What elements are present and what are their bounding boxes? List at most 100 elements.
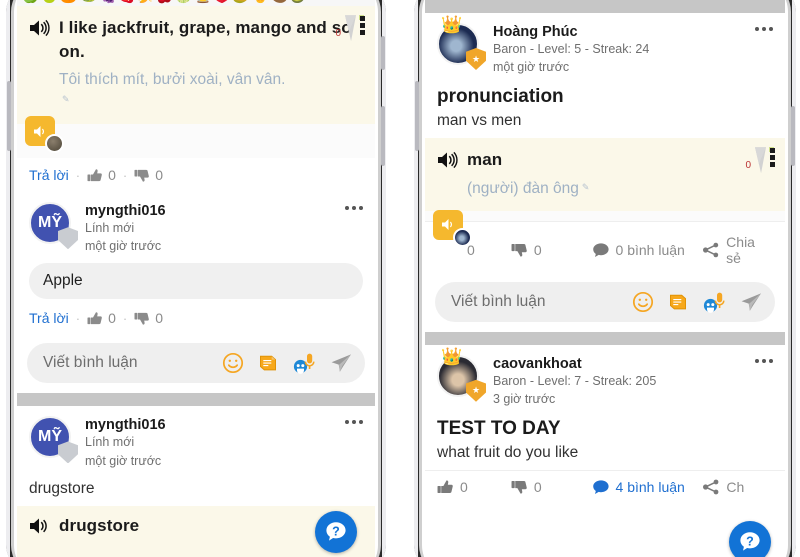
post-1-comments-button[interactable]: 0 bình luận [592, 242, 703, 258]
post-2-comments-button[interactable]: 4 bình luận [592, 479, 703, 495]
shield-silver-icon [58, 441, 78, 463]
phone-right-screen: Viết bình luận 👑 ★ [425, 0, 785, 557]
next-post-more-options-icon[interactable] [345, 420, 363, 425]
post-2-author-rank: Baron - Level: 7 - Streak: 205 [493, 373, 657, 388]
post-1-more-options-icon[interactable] [755, 27, 773, 31]
post-1-share-button[interactable]: Chia sẻ [702, 234, 773, 266]
post-2-like-count: 0 [460, 479, 468, 496]
post-2-share-button[interactable]: Ch [702, 479, 773, 495]
pencil-edit-icon[interactable]: ✎ [582, 182, 590, 192]
post-2-header: 👑 ★ caovankhoat Baron - Level: 7 - Strea… [425, 345, 785, 412]
lesson-sentence-vietnamese-text: Tôi thích mít, bưởi xoài, vân vân. [59, 71, 286, 89]
comment-composer-bar[interactable]: Viết bình luận [27, 343, 365, 384]
comment-reply-link[interactable]: Trả lời [29, 310, 69, 326]
comment-bubble-icon [592, 480, 609, 495]
audio-play-chip[interactable] [25, 116, 64, 154]
post-1-comment-input[interactable]: Viết bình luận [451, 293, 622, 311]
power-button[interactable] [381, 36, 385, 70]
post-1-word-row: man (người) đàn ông ✎ [437, 148, 773, 199]
post-1-like-button[interactable]: 0 [437, 242, 511, 258]
like-button[interactable]: 0 [87, 167, 116, 183]
post-1-time: một giờ trước [493, 60, 570, 75]
speaker-icon[interactable] [29, 19, 50, 42]
post-1-card-score: 0 [745, 160, 751, 172]
next-post-author-meta: myngthi016 Lính mới một giờ trước [75, 416, 166, 469]
comment-author-name[interactable]: myngthi016 [85, 203, 166, 219]
comment-bubble-icon [592, 243, 609, 257]
next-post-author-name[interactable]: myngthi016 [85, 417, 166, 433]
reply-link[interactable]: Trả lời [29, 167, 69, 183]
audio-author-avatar [453, 227, 472, 247]
svg-text:?: ? [332, 525, 340, 539]
post-2-like-button[interactable]: 0 [437, 479, 511, 495]
thumbs-down-icon [134, 169, 150, 182]
speaker-icon[interactable] [29, 517, 50, 540]
post-1-comments-label: 0 bình luận [615, 241, 685, 258]
action-separator: · [75, 167, 81, 183]
post-1-dislike-button[interactable]: 0 [511, 242, 592, 258]
post-2-share-label: Ch [726, 479, 745, 496]
post-2-author-meta: caovankhoat Baron - Level: 7 - Streak: 2… [483, 355, 656, 408]
pencil-edit-icon[interactable]: ✎ [62, 94, 70, 104]
post-1-card-more-options-icon[interactable] [770, 146, 775, 168]
comment-time: một giờ trước [85, 239, 162, 254]
lesson-sentence-row: I like jackfruit, grape, mango and so on… [29, 16, 363, 110]
lesson-sentence-vietnamese: Tôi thích mít, bưởi xoài, vân vân. [59, 69, 363, 90]
post-2-dislike-button[interactable]: 0 [511, 479, 592, 495]
avatar[interactable]: 👑 ★ [437, 16, 483, 69]
comment-more-options-icon[interactable] [345, 206, 363, 211]
screenshot-stage: 🍏🍐🍊🍉🍇🍓🍌🍒🍈⏳🍑🥭🍍🥝🥑 0 [0, 0, 800, 557]
action-separator-2: · [122, 167, 128, 183]
comment-item: MỸ myngthi016 Lính mới một giờ trước App… [17, 192, 375, 394]
audio-author-avatar [45, 134, 64, 154]
audio-play-chip[interactable] [433, 209, 472, 247]
comment-author-rank: Lính mới [85, 221, 135, 236]
thumbs-up-icon [87, 169, 102, 181]
crown-icon: 👑 [441, 15, 463, 34]
phone-left-screen: 🍏🍐🍊🍉🍇🍓🍌🍒🍈⏳🍑🥭🍍🥝🥑 0 [17, 0, 375, 557]
post-2-more-options-icon[interactable] [755, 358, 773, 363]
lesson-sentence-card[interactable]: 0 I like jackfruit, grape, mango and so … [17, 6, 375, 125]
speaker-icon[interactable] [437, 151, 458, 174]
comment-header: MỸ myngthi016 Lính mới một giờ trước [17, 192, 375, 259]
thumbs-down-icon [511, 243, 527, 257]
comment-dislike-button[interactable]: 0 [134, 310, 163, 326]
volume-button[interactable] [7, 81, 11, 151]
help-question-icon[interactable]: ? [315, 511, 357, 553]
post-1-composer-bar[interactable]: Viết bình luận [435, 281, 775, 322]
comment-like-button[interactable]: 0 [87, 310, 116, 326]
post-1-composer-icons [632, 291, 763, 313]
side-button[interactable] [381, 106, 385, 166]
post-2-dislike-count: 0 [533, 479, 542, 496]
post-2-author-name[interactable]: caovankhoat [493, 356, 656, 372]
comment-text-bubble: Apple [29, 263, 363, 300]
post-1-word-card[interactable]: 0 man (người) đàn ông ✎ [425, 138, 785, 211]
comment-actions: Trả lời · 0 · 0 [17, 301, 375, 335]
post-1-author-name[interactable]: Hoàng Phúc [493, 24, 649, 40]
thumbs-down-icon [134, 312, 150, 325]
avatar[interactable]: MỸ [29, 416, 75, 462]
bookmark-flag-icon[interactable] [345, 15, 356, 42]
lesson-more-options-icon[interactable] [360, 14, 365, 36]
post-test-to-day: 👑 ★ caovankhoat Baron - Level: 7 - Strea… [425, 344, 785, 504]
composer-icons [222, 352, 353, 375]
lesson-card-actions: Trả lời · 0 · 0 [17, 158, 375, 192]
side-button[interactable] [791, 106, 795, 166]
next-post-word: drugstore [59, 515, 140, 535]
section-divider-top [425, 0, 785, 13]
post-2-comments-label: 4 bình luận [615, 479, 685, 496]
comment-like-count: 0 [108, 310, 116, 327]
avatar[interactable]: 👑 ★ [437, 348, 483, 401]
help-question-icon[interactable]: ? [729, 521, 771, 557]
comment-input[interactable]: Viết bình luận [43, 354, 212, 372]
volume-button[interactable] [415, 81, 419, 151]
avatar[interactable]: MỸ [29, 202, 75, 248]
svg-text:?: ? [746, 535, 754, 549]
dislike-button[interactable]: 0 [134, 167, 163, 183]
bookmark-flag-icon[interactable] [755, 147, 766, 174]
post-2-time: 3 giờ trước [493, 391, 556, 406]
lesson-card-footer [17, 116, 375, 159]
voice-record-icon [293, 354, 315, 375]
post-2-title: TEST TO DAY [437, 418, 561, 440]
comment-dislike-count: 0 [155, 310, 164, 327]
